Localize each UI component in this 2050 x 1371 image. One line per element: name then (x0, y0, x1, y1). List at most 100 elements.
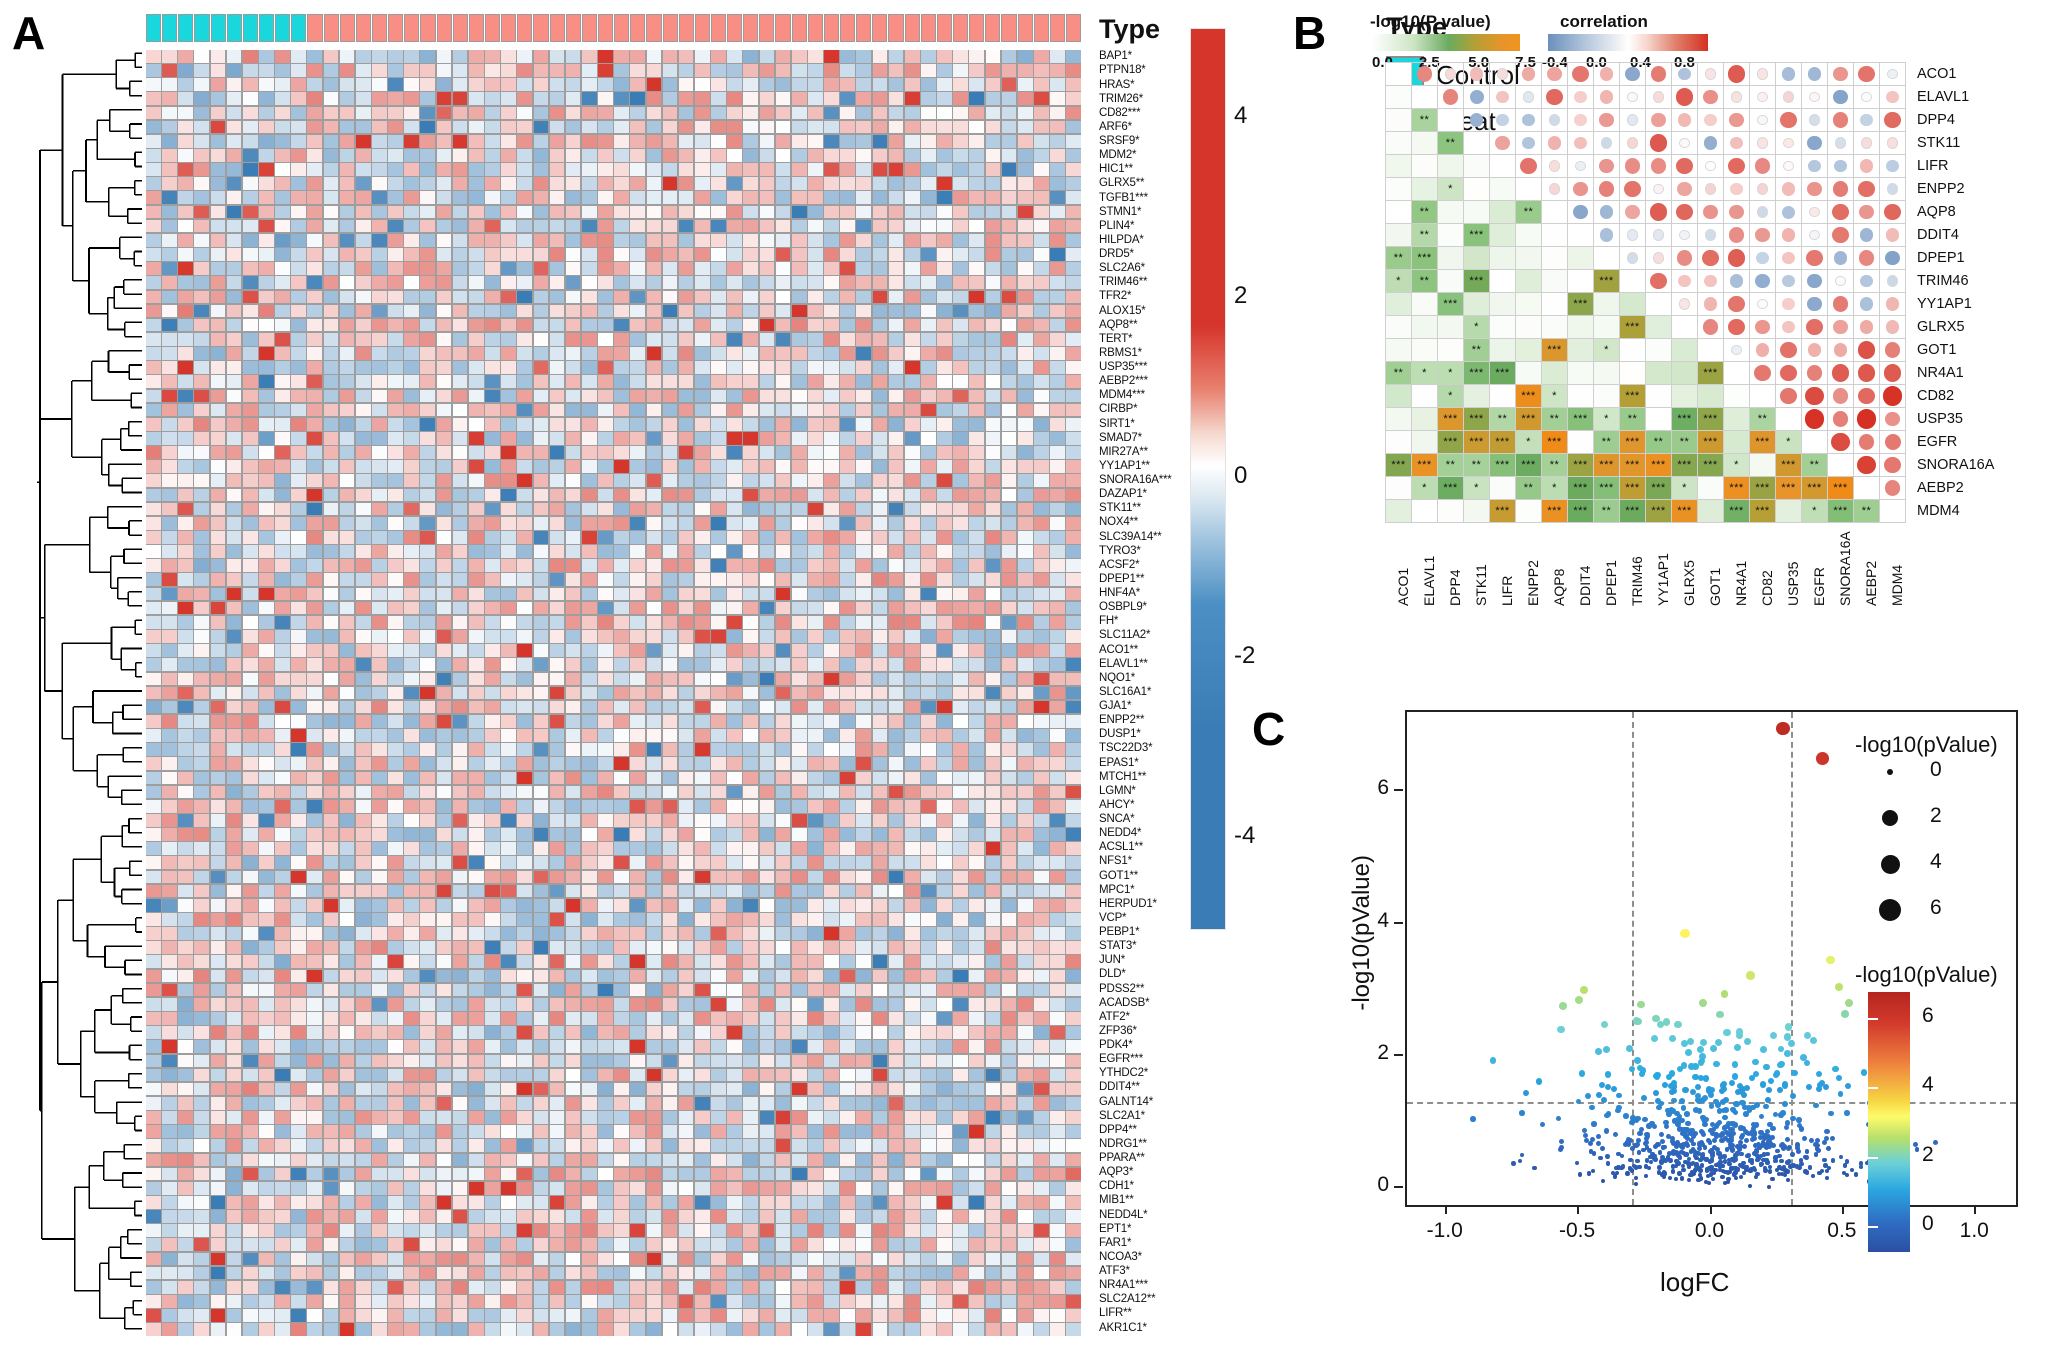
heatmap-cell (614, 163, 629, 176)
heatmap-cell (468, 332, 484, 346)
heatmap-cell (824, 1196, 839, 1209)
heatmap-cell (953, 573, 968, 587)
heatmap-cell (1017, 276, 1033, 290)
heatmap-cell (872, 1196, 888, 1209)
heatmap-cell (436, 856, 452, 870)
heatmap-cell (162, 1096, 177, 1110)
heatmap-cell (210, 106, 226, 120)
heatmap-cell (727, 233, 742, 247)
heatmap-cell (372, 913, 387, 926)
heatmap-cell (791, 700, 807, 714)
heatmap-cell (291, 658, 306, 672)
heatmap-cell (372, 1139, 387, 1153)
heatmap-cell (339, 361, 355, 374)
heatmap-cell (921, 304, 936, 318)
heatmap-cell (759, 799, 775, 813)
heatmap-cell (775, 318, 791, 332)
heatmap-cell (937, 78, 952, 91)
heatmap-cell (275, 134, 290, 148)
heatmap-cell (549, 149, 565, 162)
heatmap-cell (581, 276, 597, 290)
heatmap-cell (501, 417, 516, 431)
heatmap-cell (630, 1238, 646, 1252)
heatmap-cell (452, 191, 468, 205)
heatmap-cell (759, 927, 775, 940)
heatmap-cell (953, 403, 968, 417)
heatmap-cell (1034, 149, 1049, 162)
heatmap-cell (307, 1054, 323, 1068)
heatmap-cell (468, 262, 484, 275)
heatmap-cell (759, 219, 775, 233)
heatmap-cell (436, 913, 452, 926)
heatmap-cell (404, 828, 419, 841)
heatmap-cell (711, 898, 726, 912)
heatmap-cell (146, 573, 161, 587)
heatmap-cell (452, 686, 468, 700)
heatmap-cell (275, 969, 290, 983)
heatmap-cell (662, 714, 678, 728)
heatmap-cell (226, 941, 242, 954)
heatmap-cell (969, 545, 985, 558)
heatmap-cell (953, 615, 968, 629)
heatmap-cell (275, 332, 290, 346)
heatmap-cell (404, 460, 419, 473)
heatmap-cell (904, 658, 920, 672)
heatmap-cell (856, 941, 872, 954)
heatmap-cell (307, 884, 323, 898)
heatmap-cell (194, 502, 210, 516)
heatmap-cell (711, 332, 726, 346)
heatmap-cell (808, 64, 823, 77)
heatmap-cell (291, 587, 306, 601)
heatmap-cell (856, 149, 872, 162)
heatmap-cell (581, 1167, 597, 1181)
heatmap-cell (678, 1012, 694, 1025)
heatmap-cell (904, 64, 920, 77)
heatmap-cell (452, 743, 468, 756)
heatmap-cell (355, 1068, 371, 1082)
heatmap-cell (598, 814, 613, 827)
heatmap-cell (1034, 531, 1049, 544)
heatmap-cell (872, 502, 888, 516)
heatmap-cell (904, 304, 920, 318)
heatmap-cell (953, 531, 968, 544)
heatmap-cell (1034, 757, 1049, 771)
heatmap-cell (452, 927, 468, 940)
heatmap-cell (178, 163, 193, 176)
heatmap-cell (969, 785, 985, 799)
heatmap-cell (678, 290, 694, 304)
heatmap-cell (1034, 50, 1049, 63)
heatmap-cell (517, 290, 533, 304)
heatmap-cell (1050, 1196, 1065, 1209)
heatmap-cell (242, 630, 258, 643)
heatmap-cell (178, 601, 193, 615)
heatmap-cell (404, 347, 419, 360)
heatmap-cell (452, 658, 468, 672)
heatmap-cell (194, 446, 210, 459)
heatmap-cell (598, 134, 613, 148)
heatmap-cell (743, 106, 759, 120)
heatmap-cell (921, 460, 936, 473)
heatmap-cell (485, 460, 500, 473)
heatmap-cell (1017, 460, 1033, 473)
heatmap-cell (937, 658, 952, 672)
heatmap-cell (953, 361, 968, 374)
heatmap-cell (420, 828, 436, 841)
heatmap-cell (485, 856, 500, 870)
heatmap-cell (210, 1224, 226, 1237)
heatmap-cell (468, 898, 484, 912)
heatmap-cell (614, 771, 629, 785)
heatmap-cell (468, 714, 484, 728)
heatmap-cell (775, 417, 791, 431)
heatmap-cell (242, 177, 258, 190)
heatmap-cell (630, 106, 646, 120)
heatmap-cell (259, 1040, 274, 1054)
heatmap-cell (339, 545, 355, 558)
heatmap-cell (598, 856, 613, 870)
heatmap-cell (323, 1111, 339, 1124)
heatmap-cell (824, 488, 839, 502)
heatmap-cell (662, 1153, 678, 1167)
heatmap-cell (307, 290, 323, 304)
heatmap-cell (711, 1040, 726, 1054)
heatmap-cell (1050, 1082, 1065, 1096)
heatmap-cell (1017, 1125, 1033, 1138)
